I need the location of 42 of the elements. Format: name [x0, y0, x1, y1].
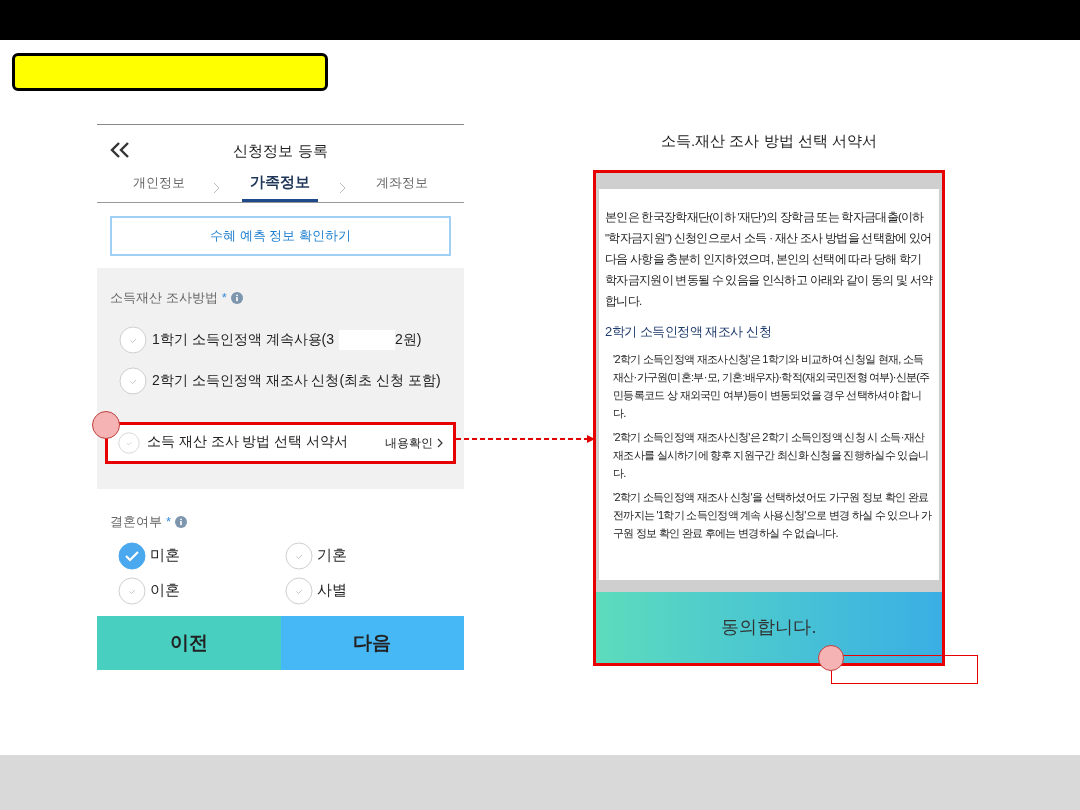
field-label: 결혼여부: [110, 513, 162, 531]
clause-paragraph: '2학기 소득인정액 재조사신청'은 1학기와 비교하여 신청일 현재, 소득재산·가구원(미혼:부·모, 기혼:배우자)·학적(재외국민전형 여부)·신분(주민등록코드 상 재외국민 여부)등이 변동되었을 경우 선택하셔야 합니다.: [613, 351, 931, 421]
section-heading: 2학기 소득인정액 재조사 신청: [605, 323, 773, 341]
field-label: 소득재산 조사방법: [110, 289, 218, 307]
radio-button[interactable]: [118, 431, 140, 454]
next-button[interactable]: 다음: [280, 616, 464, 670]
callout-marker: [92, 411, 120, 439]
agree-button[interactable]: 동의합니다.: [596, 592, 942, 663]
chevron-right-icon: [437, 437, 443, 448]
info-icon[interactable]: [175, 515, 188, 528]
back-icon[interactable]: [109, 142, 131, 158]
chevron-right-icon: [213, 182, 221, 194]
benefit-preview-button[interactable]: 수혜 예측 정보 확인하기: [110, 216, 451, 256]
pledge-label: 소득 재산 조사 방법 선택 서약서: [147, 433, 348, 452]
radio-button[interactable]: [118, 541, 146, 570]
info-icon[interactable]: [230, 291, 243, 304]
document-title: 소득.재산 조사 방법 선택 서약서: [660, 131, 878, 151]
option-label: 2원): [395, 330, 422, 349]
required-mark: *: [221, 289, 227, 307]
page-title: 신청정보 등록: [233, 140, 328, 161]
radio-button[interactable]: [119, 325, 147, 354]
clause-paragraph: '2학기 소득인정액 재조사 신청'을 선택하셨어도 가구원 정보 확인 완료 전까지는 '1학기 소득인정액 계속 사용신청'으로 변경 하실 수 있으나 가구원 정보 확인 완료 후에는 변경하실 수 없습니다.: [613, 489, 933, 541]
step-tab[interactable]: 개인정보: [125, 174, 194, 202]
option-label: 1학기 소득인정액 계속사용(3: [152, 330, 334, 349]
option-label: 2학기 소득인정액 재조사 신청(최초 신청 포함): [152, 371, 441, 390]
previous-button[interactable]: 이전: [97, 616, 281, 670]
radio-button[interactable]: [119, 366, 147, 395]
option-label: 미혼: [150, 545, 180, 566]
option-label: 사별: [316, 580, 347, 601]
view-content-link[interactable]: 내용확인: [385, 433, 433, 452]
required-mark: *: [166, 513, 172, 531]
intro-paragraph: 본인은 한국장학재단(이하 '재단')의 장학금 또는 학자금대출(이하 "학자금지원") 신청인으로서 소득 · 재산 조사 방법을 선택함에 있어 다음 사항을 충분히 인지하였으며, 본인의 선택에 따라 당해 학기 학자금지원이 변동될 수 있음을 인식하고 아래와 같이 동의 및 서약합니다.: [605, 210, 933, 309]
radio-button[interactable]: [284, 576, 313, 605]
clause-paragraph: '2학기 소득인정액 재조사신청'은 2학기 소득인정액 신청 시 소득·재산 재조사를 실시하기에 향후 지원구간 최신화 신청을 진행하실수 있습니다.: [613, 429, 930, 481]
option-label: 기혼: [316, 545, 347, 566]
step-tab[interactable]: 가족정보: [242, 170, 319, 202]
option-label: 이혼: [150, 580, 180, 601]
radio-button[interactable]: [118, 576, 146, 605]
step-tab[interactable]: 계좌정보: [367, 174, 436, 202]
chevron-right-icon: [338, 182, 346, 194]
radio-button[interactable]: [284, 541, 313, 570]
pledge-row[interactable]: 소득 재산 조사 방법 선택 서약서 내용확인: [105, 421, 456, 464]
